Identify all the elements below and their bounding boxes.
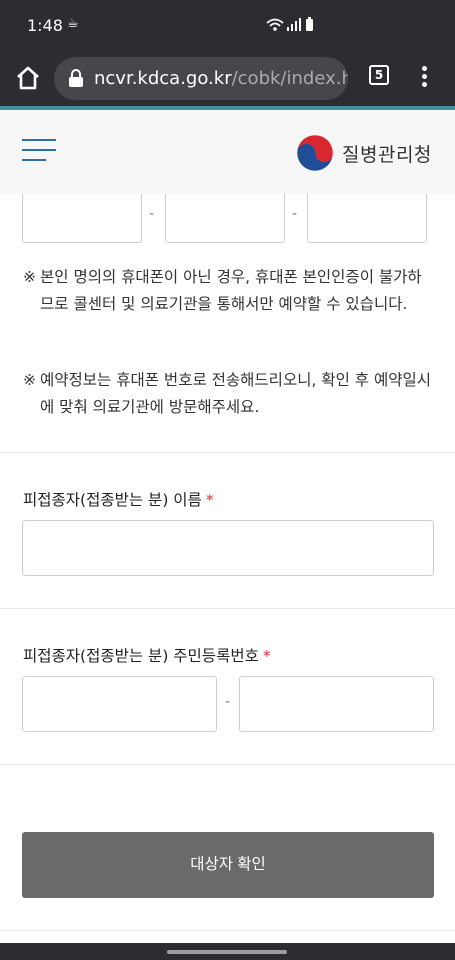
hamburger-menu-icon[interactable]	[22, 139, 56, 163]
status-icons	[266, 17, 313, 31]
more-options-icon[interactable]	[416, 64, 432, 88]
notice-item: ※ 본인 명의의 휴대폰이 아닌 경우, 휴대폰 본인인증이 불가하므로 콜센터…	[23, 268, 422, 313]
phone-separator: -	[149, 206, 155, 222]
section-divider	[0, 608, 455, 609]
rrn-front-input[interactable]	[22, 676, 217, 732]
signal-icon	[287, 18, 301, 31]
required-mark: *	[262, 647, 271, 665]
rrn-separator: -	[225, 694, 231, 710]
site-header: 질병관리청	[0, 110, 455, 194]
lock-icon	[69, 69, 83, 87]
battery-icon	[306, 17, 313, 31]
home-gesture-handle[interactable]	[167, 950, 287, 954]
browser-toolbar: ncvr.kdca.go.kr/cobk/index.h 5	[0, 52, 455, 106]
status-time: 1:48	[27, 16, 63, 35]
wifi-icon	[266, 18, 284, 31]
rrn-back-input[interactable]	[239, 676, 434, 732]
org-name[interactable]: 질병관리청	[342, 140, 432, 167]
phone-input-3[interactable]	[307, 194, 427, 243]
url-text: ncvr.kdca.go.kr/cobk/index.h	[94, 68, 348, 89]
name-label: 피접종자(접종받는 분) 이름 *	[23, 491, 214, 509]
coffee-icon: ☕	[67, 16, 79, 31]
section-divider	[0, 930, 455, 931]
section-divider	[0, 452, 455, 453]
phone-input-2[interactable]	[165, 194, 285, 243]
rrn-label: 피접종자(접종받는 분) 주민등록번호 *	[23, 647, 271, 665]
confirm-target-button[interactable]: 대상자 확인	[22, 832, 434, 898]
tab-switcher-button[interactable]: 5	[369, 65, 389, 85]
notice-item: ※ 예약정보는 휴대폰 번호로 전송해드리오니, 확인 후 예약일시에 맞춰 의…	[23, 371, 431, 416]
phone-input-1[interactable]	[22, 194, 142, 243]
system-nav-bar	[0, 943, 455, 960]
name-input[interactable]	[22, 520, 434, 576]
address-bar[interactable]: ncvr.kdca.go.kr/cobk/index.h	[54, 57, 348, 100]
phone-separator: -	[292, 206, 298, 222]
kdca-logo-icon[interactable]	[296, 134, 334, 172]
section-divider	[0, 764, 455, 765]
status-bar: 1:48 ☕	[0, 0, 455, 52]
home-icon[interactable]	[14, 64, 42, 92]
required-mark: *	[205, 491, 214, 509]
